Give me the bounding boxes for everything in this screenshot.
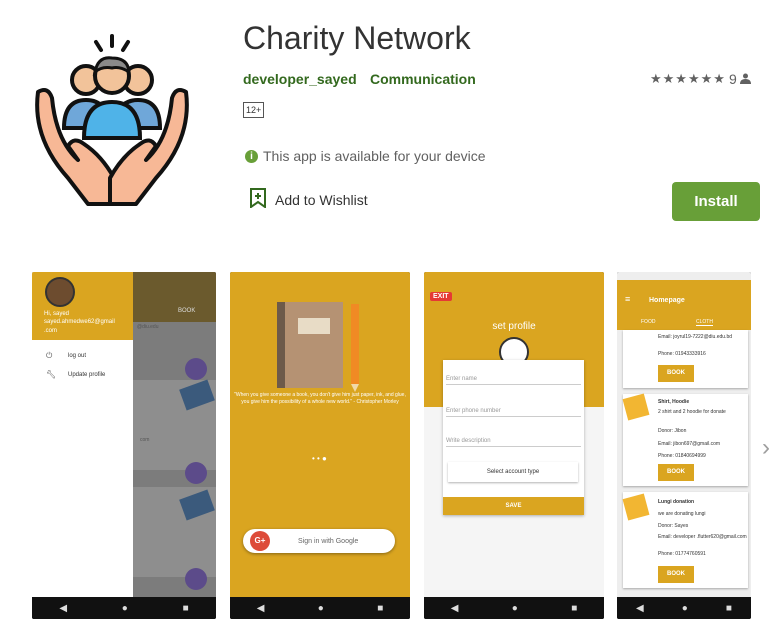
- pencil-icon: [351, 304, 359, 384]
- donation-card: Lungi donation we are donating lungi Don…: [622, 492, 748, 588]
- avatar: [45, 277, 75, 307]
- book-button[interactable]: BOOK: [658, 365, 694, 382]
- app-detail-page: Charity Network developer_sayed Communic…: [0, 0, 783, 636]
- google-plus-icon: G+: [250, 531, 270, 551]
- homepage-title: Homepage: [649, 297, 685, 304]
- drawer-email: sayed.ahmedwe62@gmail .com: [44, 319, 115, 334]
- android-navbar: ◀ ● ■: [32, 597, 216, 619]
- account-type-select[interactable]: Select account type: [448, 462, 578, 482]
- description-input[interactable]: Write description: [446, 437, 581, 447]
- screenshot-1[interactable]: BOOK @diu.edu com Hi, sayed sayed.ahmedw…: [32, 272, 216, 619]
- add-to-wishlist-button[interactable]: Add to Wishlist: [250, 188, 368, 211]
- book-illustration-icon: [277, 302, 343, 388]
- info-icon: i: [245, 149, 258, 163]
- menu-logout[interactable]: log out: [68, 352, 86, 361]
- app-bar: [617, 280, 751, 330]
- google-signin-label: Sign in with Google: [298, 538, 359, 545]
- category-link[interactable]: Communication: [370, 71, 476, 87]
- availability-text: This app is available for your device: [263, 148, 486, 164]
- phone-input[interactable]: Enter phone number: [446, 407, 581, 417]
- book-button[interactable]: BOOK: [658, 464, 694, 481]
- person-icon: [739, 71, 751, 87]
- install-button[interactable]: Install: [672, 182, 760, 221]
- android-navbar: ◀ ● ■: [230, 597, 410, 619]
- developer-link[interactable]: developer_sayed: [243, 71, 357, 87]
- save-button[interactable]: SAVE: [443, 497, 584, 515]
- donation-card: Shirt, Hoodie 2 shirt and 2 hoodie for d…: [622, 393, 748, 486]
- screenshot-3[interactable]: EXIT set profile Enter name Enter phone …: [424, 272, 604, 619]
- set-profile-title: set profile: [492, 321, 536, 332]
- screenshot-4[interactable]: ≡ Homepage FOOD CLOTH Email: joyrul19-72…: [617, 272, 751, 619]
- wrench-icon: 🔧︎: [46, 370, 57, 379]
- chat-icon: [185, 462, 207, 484]
- menu-icon[interactable]: ≡: [625, 294, 630, 304]
- rating-stars-icon: ★★★★★★: [650, 71, 726, 86]
- clothes-icon: [622, 493, 650, 521]
- bg-text: com: [140, 437, 150, 443]
- bg-text: @diu.edu: [137, 324, 159, 330]
- menu-update-profile[interactable]: Update profile: [68, 371, 105, 380]
- availability-notice: i This app is available for your device: [245, 148, 486, 164]
- tab-food[interactable]: FOOD: [641, 319, 655, 325]
- bookmark-add-icon: [250, 188, 266, 211]
- chat-icon: [185, 358, 207, 380]
- exit-button[interactable]: EXIT: [430, 292, 452, 301]
- android-navbar: ◀ ● ■: [424, 597, 604, 619]
- book-button[interactable]: BOOK: [658, 566, 694, 583]
- app-icon: [28, 28, 196, 208]
- screenshot-2[interactable]: "When you give someone a book, you don't…: [230, 272, 410, 619]
- wishlist-label: Add to Wishlist: [275, 191, 368, 208]
- power-icon: ⏻: [46, 351, 53, 360]
- chat-icon: [185, 568, 207, 590]
- bg-tab-book: BOOK: [178, 308, 196, 314]
- clothes-icon: [622, 393, 650, 421]
- name-input[interactable]: Enter name: [446, 375, 581, 385]
- donation-card: Email: joyrul19-7222@diu.edu.bd Phone: 0…: [623, 330, 748, 388]
- rating-count: 9: [728, 71, 737, 87]
- page-indicator: • • ●: [312, 454, 327, 463]
- intro-quote: "When you give someone a book, you don't…: [234, 392, 406, 405]
- content-rating-badge: 12+: [243, 102, 265, 118]
- android-navbar: ◀ ● ■: [617, 597, 751, 619]
- app-title: Charity Network: [243, 20, 471, 56]
- tab-cloth[interactable]: CLOTH: [696, 319, 713, 326]
- chevron-right-icon[interactable]: ›: [762, 434, 770, 462]
- rating: ★★★★★★ 9: [650, 71, 751, 87]
